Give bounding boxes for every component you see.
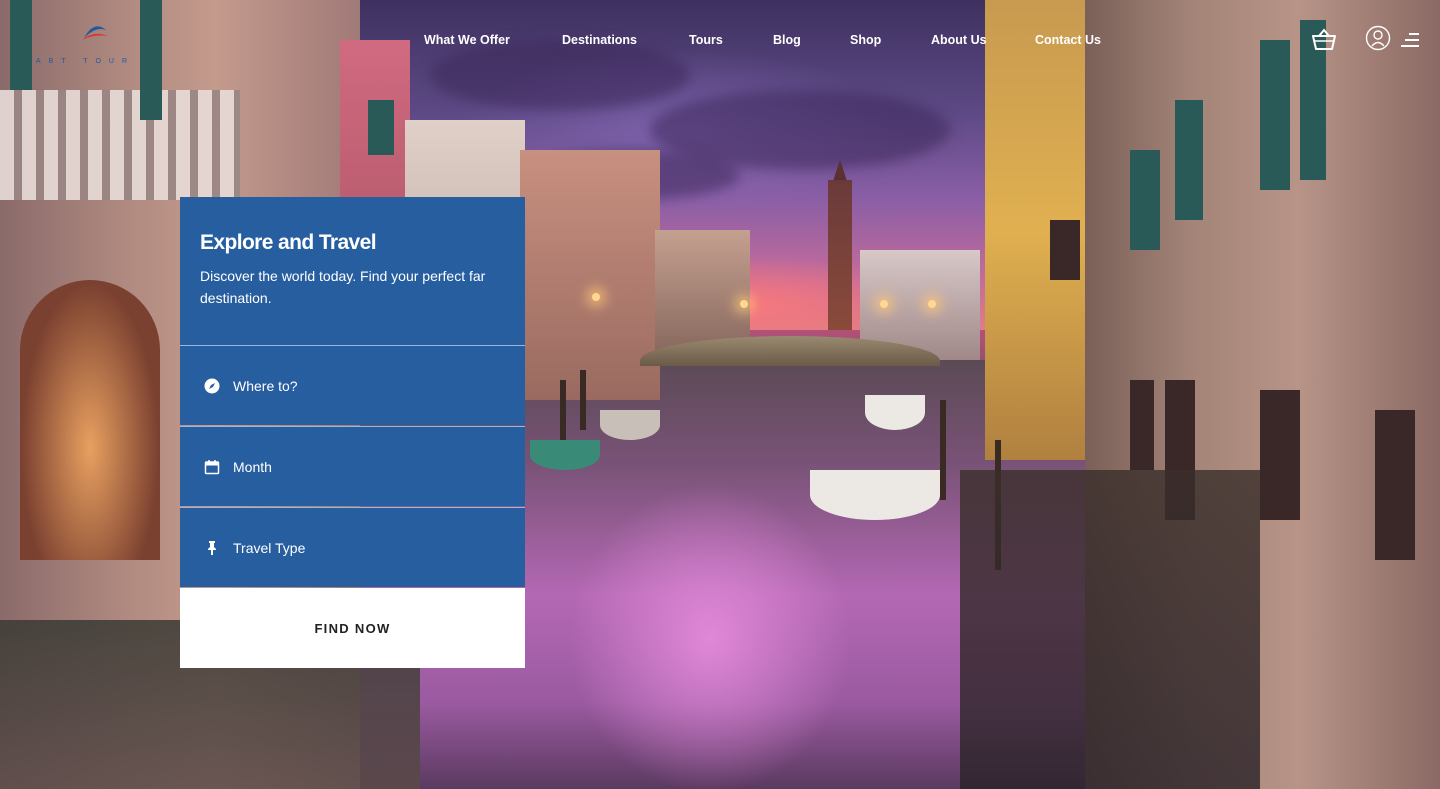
nav-item-about-us[interactable]: About Us: [931, 33, 987, 47]
street-light: [880, 300, 888, 308]
find-now-button[interactable]: FIND NOW: [180, 588, 525, 668]
mooring-pole: [940, 400, 946, 500]
nav-item-tours[interactable]: Tours: [689, 33, 723, 47]
pin-icon: [208, 540, 216, 555]
month-field[interactable]: Month: [180, 426, 525, 506]
shutter: [1130, 150, 1160, 250]
destination-field-label: Where to?: [233, 377, 298, 394]
brick-building: [520, 150, 660, 400]
destination-field[interactable]: Where to?: [180, 345, 525, 425]
shutter: [10, 0, 32, 90]
window: [1130, 380, 1154, 470]
shutter: [1260, 40, 1290, 190]
travel-type-field[interactable]: Travel Type: [180, 507, 525, 587]
street-light: [592, 293, 600, 301]
nav-item-blog[interactable]: Blog: [773, 33, 801, 47]
window: [1050, 220, 1080, 280]
reflection: [960, 470, 1260, 789]
search-panel-header: Explore and Travel Discover the world to…: [180, 197, 525, 345]
panel-title: Explore and Travel: [200, 231, 377, 254]
basket-icon[interactable]: [1310, 28, 1338, 52]
travel-type-field-label: Travel Type: [233, 539, 306, 556]
logo-mark-icon: [82, 26, 108, 40]
boat: [865, 395, 925, 430]
far-building: [655, 230, 750, 350]
street-light: [740, 300, 748, 308]
logo-text: ABT TOUR: [36, 58, 136, 65]
month-field-label: Month: [233, 458, 272, 475]
shutter: [368, 100, 394, 155]
hamburger-menu-icon[interactable]: [1401, 32, 1419, 48]
panel-subtitle: Discover the world today. Find your perf…: [200, 268, 486, 306]
nav-item-destinations[interactable]: Destinations: [562, 33, 637, 47]
cloud: [430, 40, 690, 110]
balcony: [0, 90, 240, 200]
shutter: [1175, 100, 1203, 220]
boat: [810, 470, 940, 520]
user-icon[interactable]: [1365, 25, 1391, 51]
nav-item-shop[interactable]: Shop: [850, 33, 881, 47]
compass-icon: [204, 378, 220, 393]
archway: [20, 280, 160, 560]
mooring-pole: [560, 380, 566, 440]
calendar-icon: [204, 459, 220, 474]
window: [1375, 410, 1415, 560]
site-logo[interactable]: ABT TOUR: [36, 16, 146, 68]
boat: [530, 440, 600, 470]
mooring-pole: [580, 370, 586, 430]
bell-tower: [828, 180, 852, 330]
nav-item-contact-us[interactable]: Contact Us: [1035, 33, 1101, 47]
search-panel: Explore and Travel Discover the world to…: [180, 197, 525, 668]
nav-item-what-we-offer[interactable]: What We Offer: [424, 33, 510, 47]
street-light: [928, 300, 936, 308]
boat: [600, 410, 660, 440]
window: [1260, 390, 1300, 520]
